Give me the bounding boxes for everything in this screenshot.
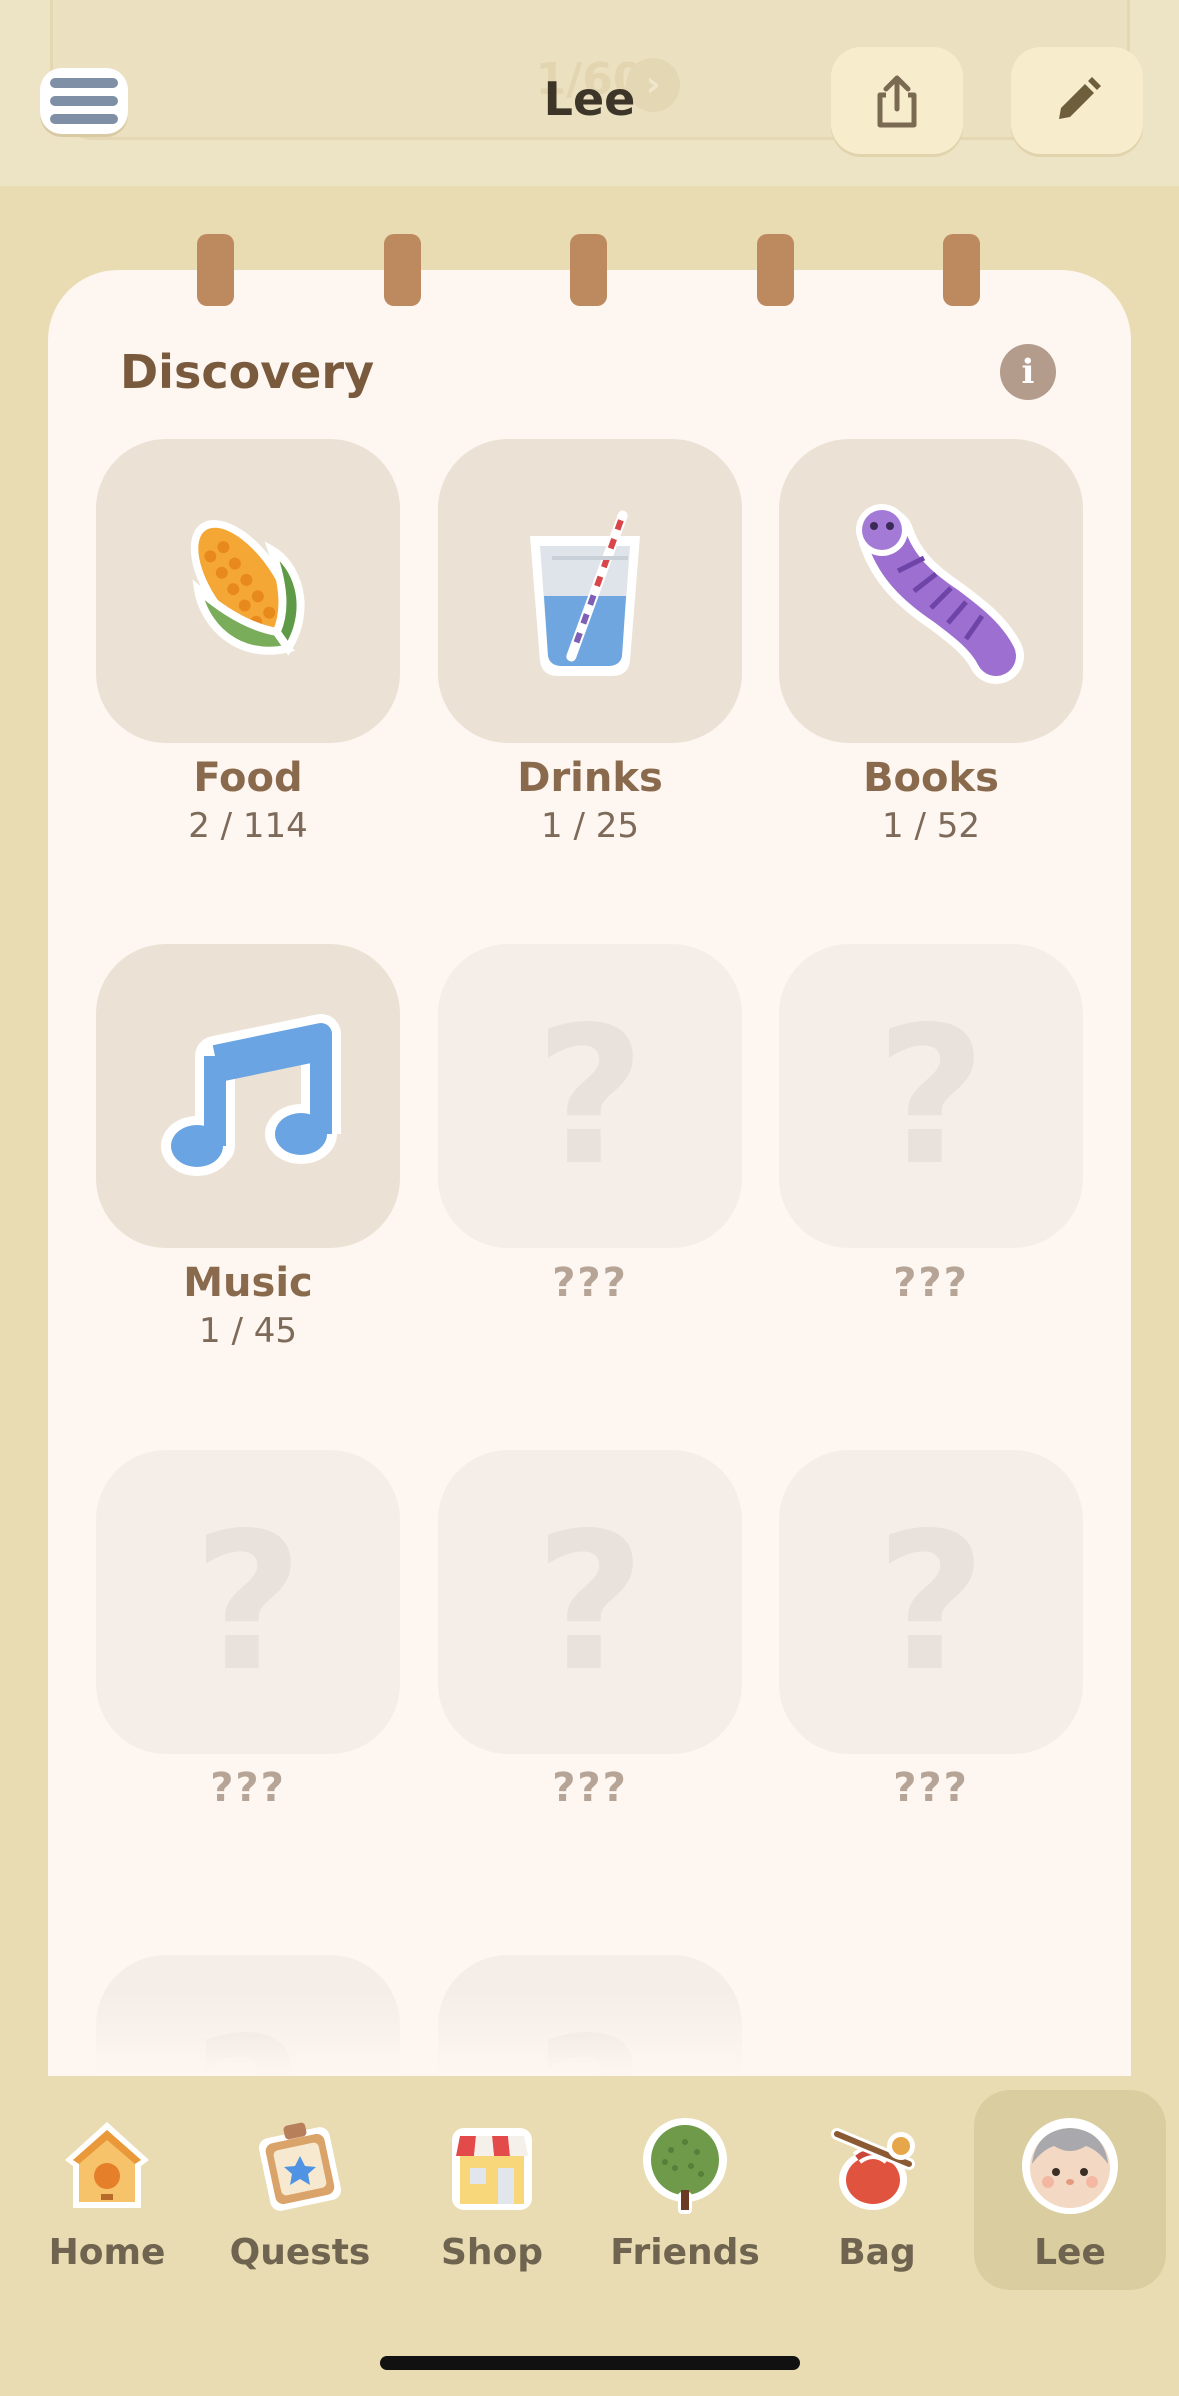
category-name: ??? xyxy=(893,1765,969,1811)
category-count: 1 / 52 xyxy=(882,806,980,846)
nav-label: Friends xyxy=(610,2232,760,2273)
question-mark-icon: ? xyxy=(534,985,646,1207)
nav-label: Shop xyxy=(440,2232,544,2273)
question-mark-icon: ? xyxy=(875,1491,987,1713)
question-mark-icon: ? xyxy=(534,1491,646,1713)
category-name: Drinks xyxy=(517,755,663,801)
category-name: ??? xyxy=(552,1765,628,1811)
nav-label: Home xyxy=(48,2232,166,2273)
binder-ring xyxy=(943,234,980,306)
shop-icon xyxy=(452,2128,532,2210)
scroll-fade xyxy=(48,1990,1131,2076)
category-tile-food[interactable] xyxy=(96,439,400,743)
category-tile-locked[interactable]: ? xyxy=(779,944,1083,1248)
nav-label: Lee xyxy=(1034,2232,1106,2273)
category-name: Food xyxy=(193,755,303,801)
bottom-nav: Home Quests Shop Friends Bag Lee xyxy=(0,2076,1179,2396)
pencil-icon xyxy=(1059,76,1101,119)
info-button[interactable]: i xyxy=(1000,344,1056,400)
category-tile-music[interactable] xyxy=(96,944,400,1248)
nav-quests[interactable]: Quests xyxy=(204,2090,396,2290)
quest-board-icon xyxy=(258,2122,342,2211)
category-count: 2 / 114 xyxy=(188,806,308,846)
question-mark-icon: ? xyxy=(192,1491,304,1713)
nav-home[interactable]: Home xyxy=(11,2090,203,2290)
bag-icon xyxy=(831,2128,915,2210)
section-title: Discovery xyxy=(120,345,375,399)
glass-with-straw-icon xyxy=(530,510,640,676)
category-tile-locked[interactable]: ? xyxy=(438,1450,742,1754)
category-name: Music xyxy=(183,1260,313,1306)
category-name: ??? xyxy=(893,1260,969,1306)
nav-label: Bag xyxy=(838,2232,916,2273)
category-count: 1 / 45 xyxy=(199,1311,297,1351)
category-name: ??? xyxy=(552,1260,628,1306)
category-tile-books[interactable] xyxy=(779,439,1083,743)
avatar-icon xyxy=(1022,2118,1118,2214)
question-mark-icon: ? xyxy=(875,985,987,1207)
category-tile-locked[interactable]: ? xyxy=(438,944,742,1248)
category-tile-drinks[interactable] xyxy=(438,439,742,743)
top-bar: 1/60 › Lee xyxy=(0,0,1179,186)
share-icon xyxy=(877,75,917,127)
nav-label: Quests xyxy=(229,2232,371,2273)
caterpillar-icon xyxy=(856,504,1024,684)
edit-button[interactable] xyxy=(1011,47,1143,154)
nav-bag[interactable]: Bag xyxy=(781,2090,973,2290)
binder-ring xyxy=(570,234,607,306)
binder-ring xyxy=(384,234,421,306)
tree-icon xyxy=(643,2118,727,2214)
category-name: Books xyxy=(863,755,999,801)
category-tile-locked[interactable]: ? xyxy=(96,1450,400,1754)
binder-ring xyxy=(757,234,794,306)
category-tile-locked[interactable]: ? xyxy=(779,1450,1083,1754)
category-name: ??? xyxy=(210,1765,286,1811)
music-note-icon xyxy=(161,1014,341,1176)
category-count: 1 / 25 xyxy=(541,806,639,846)
nav-profile[interactable]: Lee xyxy=(974,2090,1166,2290)
nav-friends[interactable]: Friends xyxy=(589,2090,781,2290)
share-button[interactable] xyxy=(831,47,963,154)
nav-shop[interactable]: Shop xyxy=(396,2090,588,2290)
binder-ring xyxy=(197,234,234,306)
birdhouse-icon xyxy=(65,2122,149,2208)
home-indicator xyxy=(380,2356,800,2370)
page-title: Lee xyxy=(543,72,636,126)
corn-icon xyxy=(190,520,305,656)
